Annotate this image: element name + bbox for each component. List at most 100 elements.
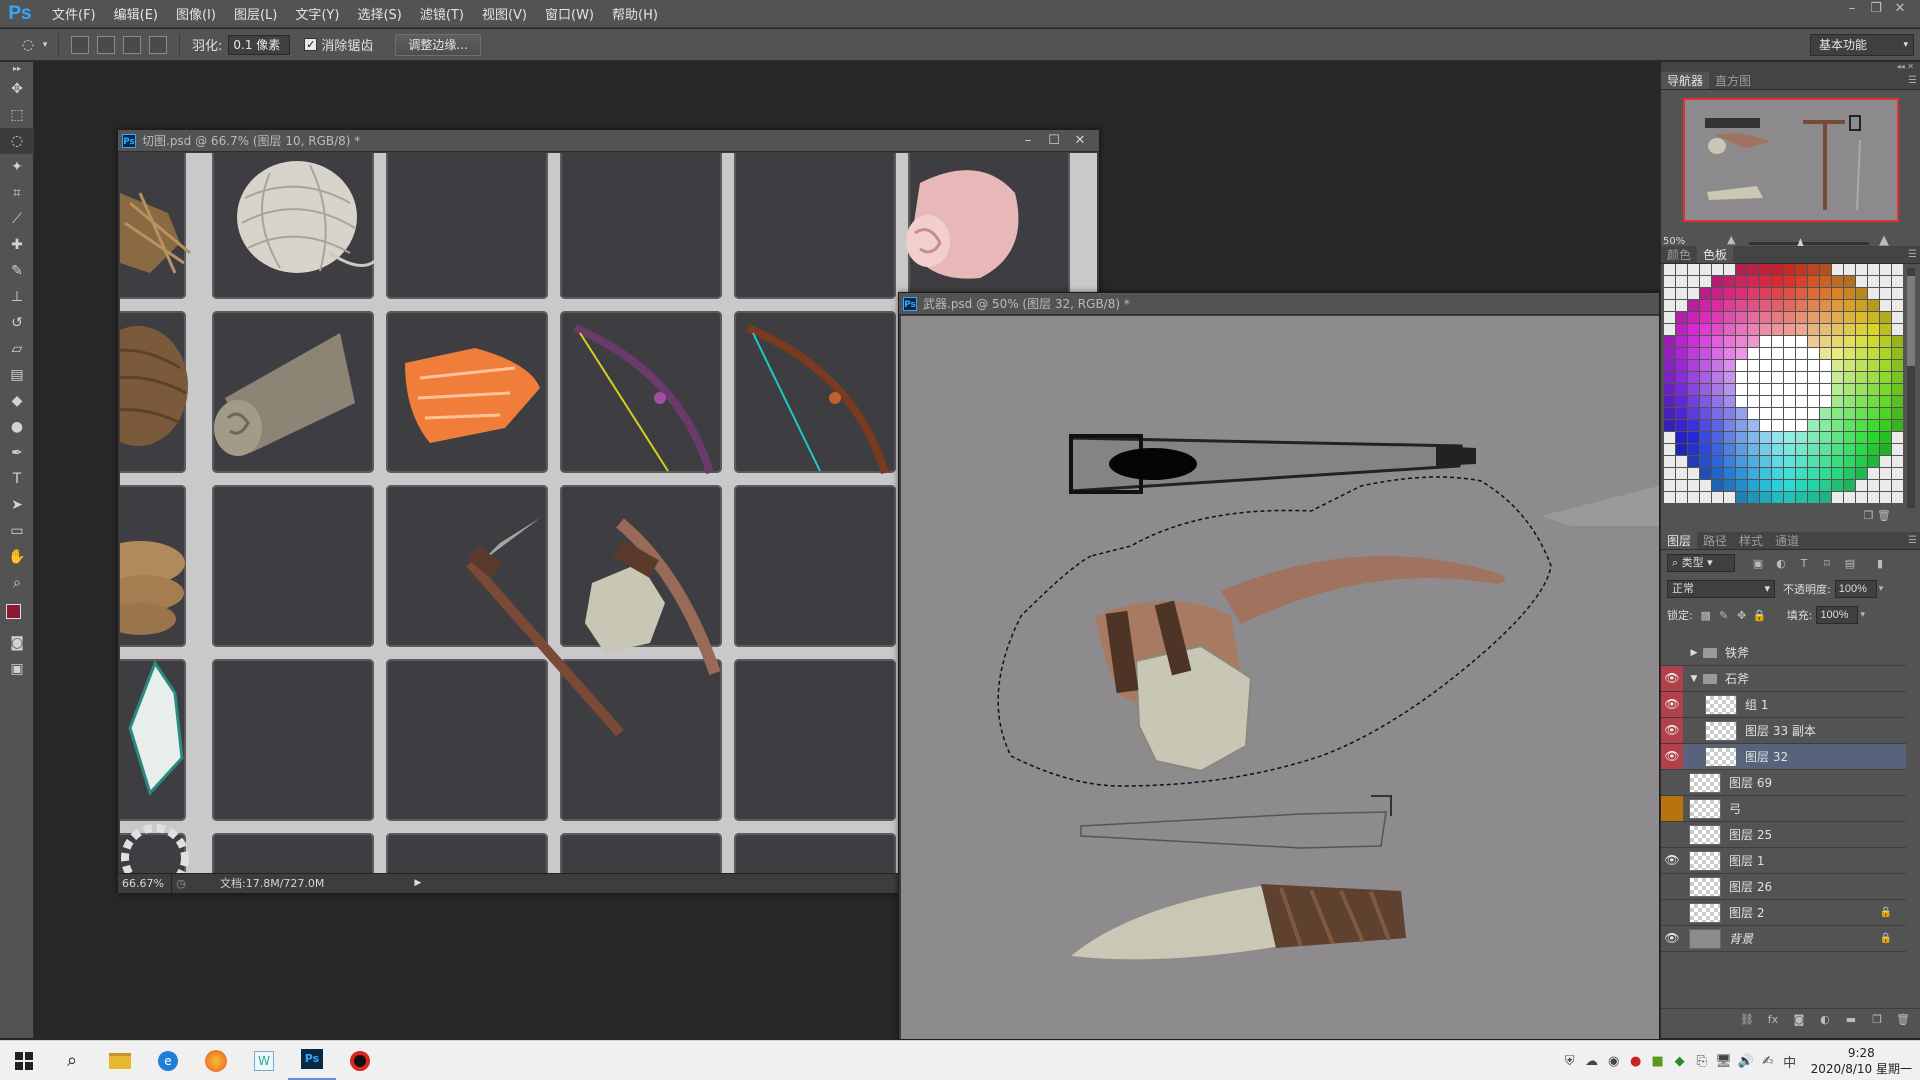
- color-swatch[interactable]: [1700, 372, 1711, 383]
- color-swatch[interactable]: [1844, 276, 1855, 287]
- color-swatch[interactable]: [1712, 408, 1723, 419]
- cloud-icon[interactable]: ☁: [1581, 1054, 1603, 1069]
- gradient-tool-icon[interactable]: ▤: [0, 362, 34, 388]
- visibility-eye-icon[interactable]: 👁: [1661, 770, 1683, 795]
- color-swatch[interactable]: [1880, 264, 1891, 275]
- color-swatch[interactable]: [1856, 420, 1867, 431]
- color-swatch[interactable]: [1880, 408, 1891, 419]
- color-swatch[interactable]: [1796, 456, 1807, 467]
- color-swatch[interactable]: [1712, 288, 1723, 299]
- color-swatch[interactable]: [1724, 300, 1735, 311]
- color-swatch[interactable]: [1796, 384, 1807, 395]
- color-swatch[interactable]: [1664, 408, 1675, 419]
- color-swatch[interactable]: [1808, 444, 1819, 455]
- record-tray-icon[interactable]: ●: [1625, 1054, 1647, 1069]
- color-swatch[interactable]: [1736, 324, 1747, 335]
- color-swatch[interactable]: [1736, 360, 1747, 371]
- color-swatch[interactable]: [1700, 336, 1711, 347]
- color-swatch[interactable]: [1664, 372, 1675, 383]
- color-swatch[interactable]: [1748, 312, 1759, 323]
- color-swatch[interactable]: [1676, 264, 1687, 275]
- layer-group-row[interactable]: 👁 ▶ 铁斧: [1661, 640, 1906, 666]
- color-swatch[interactable]: [1832, 456, 1843, 467]
- color-swatch[interactable]: [1820, 384, 1831, 395]
- color-swatch[interactable]: [1856, 480, 1867, 491]
- color-swatch[interactable]: [1760, 372, 1771, 383]
- layer-row[interactable]: 👁 图层 26: [1661, 874, 1906, 900]
- color-swatch[interactable]: [1892, 456, 1903, 467]
- color-swatch[interactable]: [1748, 300, 1759, 311]
- color-swatch[interactable]: [1676, 396, 1687, 407]
- color-swatch[interactable]: [1796, 396, 1807, 407]
- color-swatch[interactable]: [1712, 456, 1723, 467]
- color-swatch[interactable]: [1724, 420, 1735, 431]
- layer-row[interactable]: 👁 图层 32: [1661, 744, 1906, 770]
- color-swatch[interactable]: [1796, 372, 1807, 383]
- color-swatch[interactable]: [1748, 360, 1759, 371]
- color-swatch[interactable]: [1796, 288, 1807, 299]
- minimize-icon[interactable]: –: [1015, 130, 1041, 152]
- color-swatch[interactable]: [1772, 360, 1783, 371]
- lock-position-icon[interactable]: ✥: [1733, 609, 1751, 622]
- color-swatch[interactable]: [1736, 420, 1747, 431]
- color-swatch[interactable]: [1736, 396, 1747, 407]
- color-swatch[interactable]: [1820, 492, 1831, 503]
- color-swatch[interactable]: [1688, 324, 1699, 335]
- eraser-tool-icon[interactable]: ▱: [0, 336, 34, 362]
- color-swatch[interactable]: [1832, 396, 1843, 407]
- color-swatch[interactable]: [1796, 468, 1807, 479]
- status-info-icon[interactable]: ◷: [172, 874, 190, 893]
- color-swatch[interactable]: [1832, 288, 1843, 299]
- color-swatch[interactable]: [1868, 300, 1879, 311]
- color-swatch[interactable]: [1880, 312, 1891, 323]
- color-swatch[interactable]: [1724, 336, 1735, 347]
- color-swatch[interactable]: [1784, 444, 1795, 455]
- color-swatch[interactable]: [1868, 312, 1879, 323]
- color-swatch[interactable]: [1892, 396, 1903, 407]
- new-swatch-icon[interactable]: ❐ 🗑: [1864, 509, 1891, 522]
- color-swatch[interactable]: [1856, 288, 1867, 299]
- color-swatch[interactable]: [1856, 384, 1867, 395]
- color-swatch[interactable]: [1688, 420, 1699, 431]
- color-swatch[interactable]: [1772, 384, 1783, 395]
- visibility-eye-icon[interactable]: 👁: [1661, 796, 1683, 821]
- color-swatch[interactable]: [1844, 492, 1855, 503]
- color-swatch[interactable]: [1808, 432, 1819, 443]
- color-swatch[interactable]: [1688, 408, 1699, 419]
- color-swatch[interactable]: [1772, 396, 1783, 407]
- color-swatch[interactable]: [1736, 348, 1747, 359]
- color-swatch[interactable]: [1724, 432, 1735, 443]
- color-swatch[interactable]: [1808, 408, 1819, 419]
- shield-icon[interactable]: ⛨: [1559, 1054, 1581, 1069]
- swatches-scrollbar[interactable]: [1907, 268, 1915, 508]
- filter-type-icon[interactable]: T: [1795, 557, 1813, 570]
- document-canvas[interactable]: [901, 316, 1659, 1039]
- color-swatch[interactable]: [1772, 336, 1783, 347]
- color-swatch[interactable]: [1796, 276, 1807, 287]
- color-swatch[interactable]: [1868, 444, 1879, 455]
- fill-input[interactable]: [1816, 606, 1859, 624]
- swatch-grid[interactable]: [1664, 264, 1906, 512]
- color-swatch[interactable]: [1880, 276, 1891, 287]
- lasso-tool-icon[interactable]: ◌: [0, 128, 34, 154]
- visibility-eye-icon[interactable]: 👁: [1661, 640, 1683, 665]
- color-swatch[interactable]: [1784, 324, 1795, 335]
- browser-tray-icon[interactable]: ◉: [1603, 1054, 1625, 1069]
- toolbox-collapse-icon[interactable]: ▸▸: [0, 62, 34, 76]
- color-swatch[interactable]: [1844, 396, 1855, 407]
- color-swatch[interactable]: [1880, 348, 1891, 359]
- color-swatch[interactable]: [1808, 288, 1819, 299]
- color-swatch[interactable]: [1688, 444, 1699, 455]
- document-title-bar[interactable]: Ps 武器.psd @ 50% (图层 32, RGB/8) *: [899, 293, 1659, 315]
- color-swatch[interactable]: [1736, 336, 1747, 347]
- color-swatch[interactable]: [1664, 312, 1675, 323]
- color-swatch[interactable]: [1676, 456, 1687, 467]
- lasso-preset-icon[interactable]: ◌: [16, 34, 40, 56]
- color-swatch[interactable]: [1772, 432, 1783, 443]
- color-swatch[interactable]: [1820, 444, 1831, 455]
- color-swatch[interactable]: [1760, 396, 1771, 407]
- color-swatch[interactable]: [1796, 408, 1807, 419]
- color-swatch[interactable]: [1808, 384, 1819, 395]
- adjustment-layer-icon[interactable]: ◐: [1815, 1009, 1835, 1030]
- marquee-tool-icon[interactable]: ⬚: [0, 102, 34, 128]
